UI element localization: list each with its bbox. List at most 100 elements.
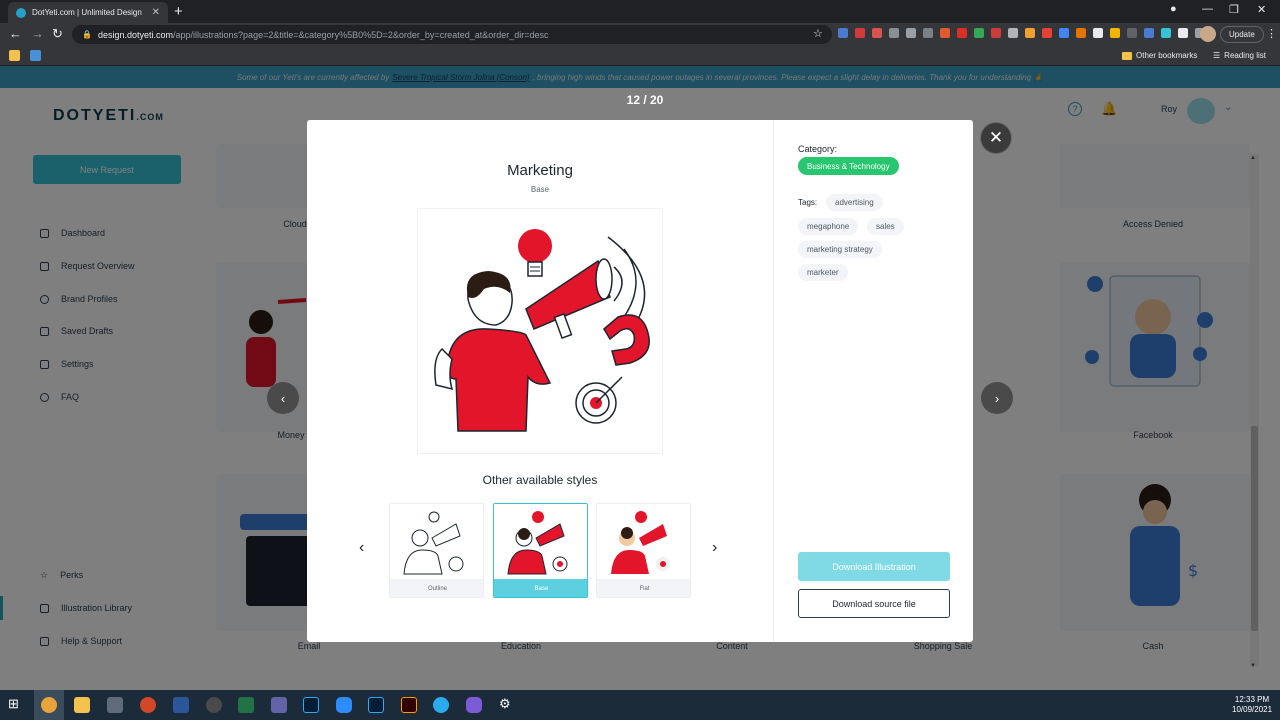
minimize-icon[interactable]: — bbox=[1202, 3, 1213, 15]
extension-icon[interactable] bbox=[974, 28, 984, 38]
close-icon: ✕ bbox=[988, 128, 1004, 147]
extension-icon[interactable] bbox=[1093, 28, 1103, 38]
reading-list[interactable]: ☰ Reading list bbox=[1213, 51, 1266, 60]
previous-illustration-button[interactable]: ‹ bbox=[267, 382, 299, 414]
zoom-icon[interactable] bbox=[336, 697, 352, 713]
style-option-flat[interactable]: Flat bbox=[596, 503, 691, 598]
extension-icon[interactable] bbox=[957, 28, 967, 38]
address-bar: ← → ↻ 🔒 design.dotyeti.com/app/illustrat… bbox=[0, 23, 1280, 46]
photoshop-icon[interactable] bbox=[303, 697, 319, 713]
illustrator-icon[interactable] bbox=[401, 697, 417, 713]
style-label: Base bbox=[494, 579, 587, 597]
window-close-icon[interactable]: ✕ bbox=[1257, 3, 1266, 16]
url-path: /app/illustrations?page=2&title=&categor… bbox=[173, 29, 549, 40]
chrome-profile-icon[interactable] bbox=[206, 697, 222, 713]
download-source-button[interactable]: Download source file bbox=[798, 589, 950, 618]
extension-icon[interactable] bbox=[872, 28, 882, 38]
reload-icon[interactable]: ↻ bbox=[52, 26, 63, 42]
teams-icon[interactable] bbox=[271, 697, 287, 713]
other-bookmarks[interactable]: Other bookmarks bbox=[1122, 51, 1197, 60]
other-bookmarks-label: Other bookmarks bbox=[1136, 51, 1198, 60]
outline-thumbnail bbox=[403, 511, 464, 575]
file-explorer-icon[interactable] bbox=[74, 697, 90, 713]
browser-tab[interactable]: DotYeti.com | Unlimited Design ✕ bbox=[8, 2, 168, 23]
style-option-outline[interactable]: Outline bbox=[389, 503, 484, 598]
extension-icon[interactable] bbox=[1025, 28, 1035, 38]
menu-icon[interactable]: ⋮ bbox=[1266, 27, 1277, 40]
tag-chip[interactable]: sales bbox=[867, 218, 904, 235]
favicon-icon bbox=[16, 7, 26, 18]
next-illustration-button[interactable]: › bbox=[981, 382, 1013, 414]
extension-icon[interactable] bbox=[1059, 28, 1069, 38]
modal-counter: 12 / 20 bbox=[626, 93, 664, 107]
telegram-icon[interactable] bbox=[433, 697, 449, 713]
download-illustration-button[interactable]: Download Illustration bbox=[798, 552, 950, 581]
style-option-base[interactable]: Base bbox=[493, 503, 588, 598]
profile-avatar[interactable] bbox=[1200, 26, 1216, 42]
extension-icon[interactable] bbox=[889, 28, 899, 38]
browser-tabbar: DotYeti.com | Unlimited Design ✕ + ● — ❐… bbox=[0, 0, 1280, 23]
styles-next-icon[interactable]: › bbox=[712, 539, 717, 557]
bookmark-icon[interactable] bbox=[30, 50, 41, 61]
system-clock[interactable]: 12:33 PM 10/09/2021 bbox=[1232, 695, 1272, 715]
illustration-title: Marketing bbox=[507, 162, 573, 179]
extension-icon[interactable] bbox=[991, 28, 1001, 38]
profile-dot-icon[interactable]: ● bbox=[1170, 3, 1177, 15]
extension-icon[interactable] bbox=[1042, 28, 1052, 38]
bookmark-star-icon[interactable]: ☆ bbox=[813, 27, 823, 40]
extension-icon[interactable] bbox=[838, 28, 848, 38]
style-label: Flat bbox=[597, 579, 690, 597]
extension-icon[interactable] bbox=[906, 28, 916, 38]
url-host: design.dotyeti.com bbox=[97, 29, 174, 40]
back-icon[interactable]: ← bbox=[9, 26, 22, 41]
chrome-icon[interactable] bbox=[41, 697, 57, 713]
marketing-illustration bbox=[434, 229, 650, 432]
tab-title: DotYeti.com | Unlimited Design bbox=[32, 8, 142, 17]
style-label: Outline bbox=[390, 579, 483, 597]
tag-chip[interactable]: advertising bbox=[826, 194, 883, 211]
tag-chip[interactable]: marketer bbox=[798, 264, 848, 281]
app-icon[interactable] bbox=[107, 697, 123, 713]
bookmark-icon[interactable] bbox=[9, 50, 20, 61]
os-taskbar: ⊞ ⚙ 12:33 PM 10/09/2021 bbox=[0, 690, 1280, 720]
puzzle-icon[interactable] bbox=[1178, 28, 1188, 38]
word-icon[interactable] bbox=[173, 697, 189, 713]
settings-gear-icon[interactable]: ⚙ bbox=[499, 696, 515, 712]
windows-start-icon[interactable]: ⊞ bbox=[8, 696, 24, 712]
extension-icon[interactable] bbox=[1161, 28, 1171, 38]
extension-icon[interactable] bbox=[1127, 28, 1137, 38]
reading-list-icon: ☰ bbox=[1213, 51, 1221, 60]
powerpoint-icon[interactable] bbox=[140, 697, 156, 713]
app-icon[interactable] bbox=[466, 697, 482, 713]
url-input[interactable]: 🔒 design.dotyeti.com/app/illustrations?p… bbox=[72, 25, 832, 44]
extension-icon[interactable] bbox=[855, 28, 865, 38]
chevron-right-icon: › bbox=[994, 390, 1000, 406]
tag-chip[interactable]: megaphone bbox=[798, 218, 859, 235]
excel-icon[interactable] bbox=[238, 697, 254, 713]
modal-preview-panel: Marketing Base Other available styles ‹ … bbox=[307, 120, 773, 642]
extension-icon[interactable] bbox=[1144, 28, 1154, 38]
extension-icon[interactable] bbox=[940, 28, 950, 38]
update-button[interactable]: Update bbox=[1220, 26, 1264, 43]
lock-icon: 🔒 bbox=[82, 30, 92, 39]
folder-icon bbox=[1122, 51, 1132, 60]
extension-icon[interactable] bbox=[1008, 28, 1018, 38]
category-badge[interactable]: Business & Technology bbox=[798, 157, 899, 175]
styles-prev-icon[interactable]: ‹ bbox=[359, 539, 364, 557]
chevron-left-icon: ‹ bbox=[280, 390, 286, 406]
lightroom-icon[interactable] bbox=[368, 697, 384, 713]
restore-icon[interactable]: ❐ bbox=[1229, 3, 1239, 16]
extension-icon[interactable] bbox=[1110, 28, 1120, 38]
tag-chip[interactable]: marketing strategy bbox=[798, 241, 882, 258]
new-tab-icon[interactable]: + bbox=[174, 3, 183, 20]
forward-icon[interactable]: → bbox=[31, 26, 44, 41]
other-styles-title: Other available styles bbox=[482, 473, 598, 487]
extensions-row bbox=[838, 28, 1205, 38]
tab-close-icon[interactable]: ✕ bbox=[152, 7, 160, 18]
base-thumbnail bbox=[507, 511, 568, 575]
extension-icon[interactable] bbox=[1076, 28, 1086, 38]
illustration-style-name: Base bbox=[530, 185, 550, 194]
extension-icon[interactable] bbox=[923, 28, 933, 38]
reading-list-label: Reading list bbox=[1224, 51, 1266, 60]
modal-close-button[interactable]: ✕ bbox=[980, 122, 1012, 154]
